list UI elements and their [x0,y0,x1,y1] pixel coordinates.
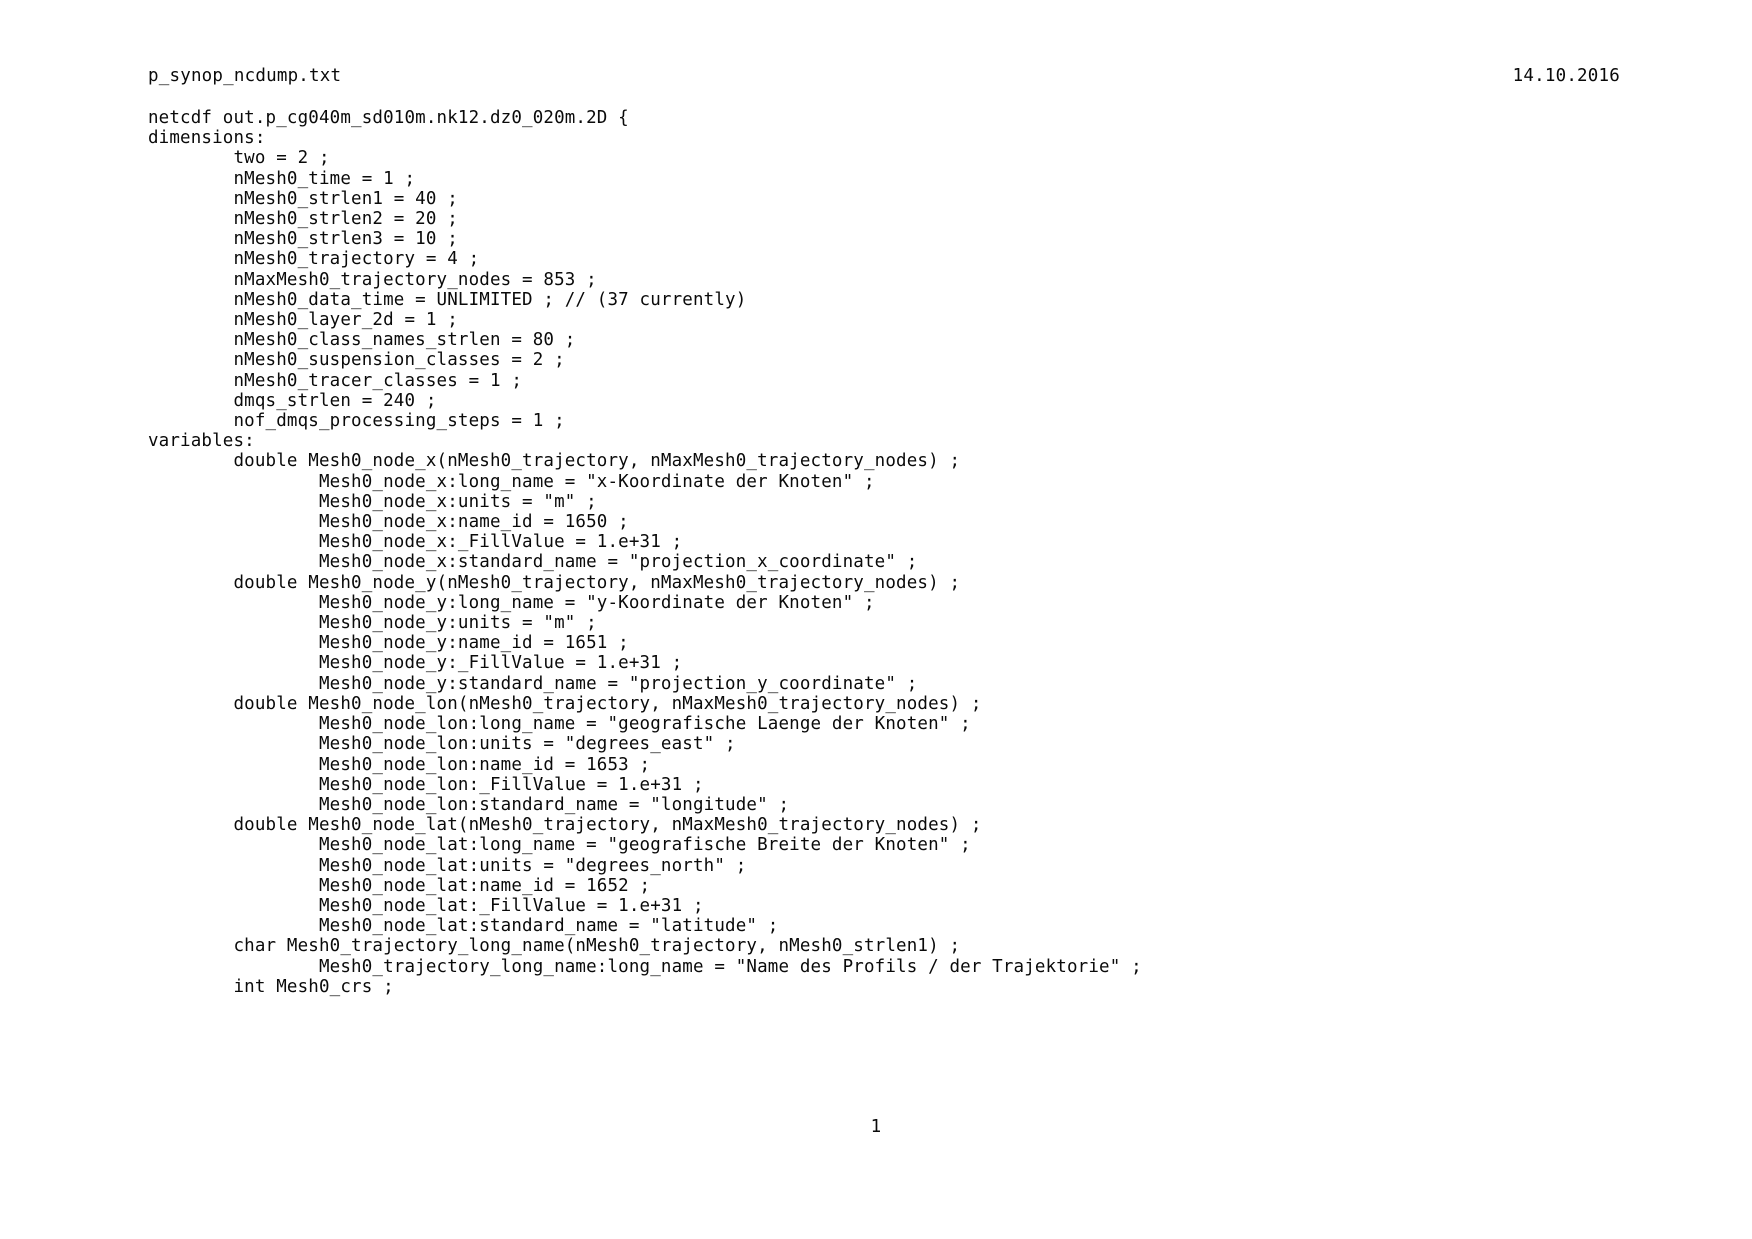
ncdump-line: double Mesh0_node_lon(nMesh0_trajectory,… [148,693,982,714]
ncdump-line: char Mesh0_trajectory_long_name(nMesh0_t… [148,936,961,957]
ncdump-line: Mesh0_node_x:_FillValue = 1.e+31 ; [148,532,683,553]
ncdump-line: Mesh0_node_y:units = "m" ; [148,613,597,634]
ncdump-line: Mesh0_node_lat:long_name = "geografische… [148,835,971,856]
ncdump-line: nMesh0_layer_2d = 1 ; [148,310,458,331]
page-footer: 1 [0,1117,1752,1137]
ncdump-line: Mesh0_node_lon:name_id = 1653 ; [148,754,651,775]
ncdump-line: Mesh0_node_y:long_name = "y-Koordinate d… [148,592,875,613]
ncdump-line: Mesh0_node_x:name_id = 1650 ; [148,512,629,533]
ncdump-line: two = 2 ; [148,148,330,169]
ncdump-line: int Mesh0_crs ; [148,976,394,997]
ncdump-line: Mesh0_trajectory_long_name:long_name = "… [148,956,1142,977]
ncdump-line: Mesh0_node_x:standard_name = "projection… [148,552,918,573]
ncdump-line: nMesh0_class_names_strlen = 80 ; [148,330,576,351]
ncdump-line: Mesh0_node_x:long_name = "x-Koordinate d… [148,471,875,492]
ncdump-line: netcdf out.p_cg040m_sd010m.nk12.dz0_020m… [148,108,629,128]
ncdump-line: Mesh0_node_y:standard_name = "projection… [148,673,918,694]
ncdump-line: Mesh0_node_x:units = "m" ; [148,491,597,512]
ncdump-line: nMesh0_suspension_classes = 2 ; [148,350,565,371]
ncdump-line: nMesh0_strlen3 = 10 ; [148,229,458,250]
header-date: 14.10.2016 [1512,66,1620,86]
ncdump-line: nMesh0_data_time = UNLIMITED ; // (37 cu… [148,289,747,310]
document-page: p_synop_ncdump.txt 14.10.2016 netcdf out… [0,0,1752,1239]
ncdump-line: Mesh0_node_lat:units = "degrees_north" ; [148,855,747,876]
ncdump-line: Mesh0_node_lat:standard_name = "latitude… [148,916,779,937]
ncdump-line: nMesh0_tracer_classes = 1 ; [148,370,523,391]
ncdump-line: dimensions: [148,128,266,149]
ncdump-line: nMesh0_time = 1 ; [148,168,416,189]
ncdump-line: Mesh0_node_lon:standard_name = "longitud… [148,794,790,815]
ncdump-line: nof_dmqs_processing_steps = 1 ; [148,411,565,432]
ncdump-line: Mesh0_node_lat:name_id = 1652 ; [148,875,651,896]
ncdump-line: double Mesh0_node_y(nMesh0_trajectory, n… [148,572,961,593]
ncdump-line: Mesh0_node_y:_FillValue = 1.e+31 ; [148,653,683,674]
ncdump-line: Mesh0_node_lat:_FillValue = 1.e+31 ; [148,895,704,916]
ncdump-listing: netcdf out.p_cg040m_sd010m.nk12.dz0_020m… [148,108,1712,997]
ncdump-line: nMesh0_trajectory = 4 ; [148,249,480,270]
page-header: p_synop_ncdump.txt 14.10.2016 [148,66,1620,87]
page-number: 1 [870,1117,882,1137]
ncdump-line: Mesh0_node_lon:units = "degrees_east" ; [148,734,736,755]
ncdump-line: variables: [148,431,255,452]
ncdump-line: nMaxMesh0_trajectory_nodes = 853 ; [148,269,597,290]
ncdump-line: Mesh0_node_lon:long_name = "geografische… [148,714,971,735]
header-filename: p_synop_ncdump.txt [148,66,342,86]
ncdump-line: dmqs_strlen = 240 ; [148,390,437,411]
ncdump-line: Mesh0_node_lon:_FillValue = 1.e+31 ; [148,774,704,795]
ncdump-line: double Mesh0_node_lat(nMesh0_trajectory,… [148,815,982,836]
ncdump-line: nMesh0_strlen2 = 20 ; [148,209,458,230]
ncdump-line: Mesh0_node_y:name_id = 1651 ; [148,633,629,654]
ncdump-line: double Mesh0_node_x(nMesh0_trajectory, n… [148,451,961,472]
ncdump-line: nMesh0_strlen1 = 40 ; [148,188,458,209]
